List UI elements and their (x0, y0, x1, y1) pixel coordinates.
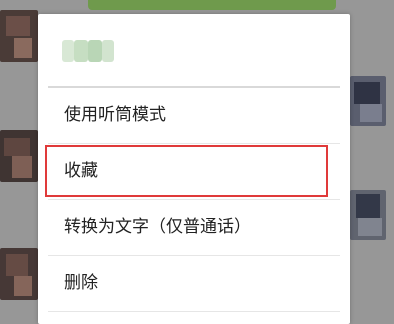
menu-item-earpiece-mode[interactable]: 使用听筒模式 (48, 88, 340, 144)
contact-avatar-left-3[interactable] (0, 248, 38, 300)
menu-header (38, 14, 350, 86)
contact-avatar-left-2[interactable] (0, 130, 38, 182)
highlight-annotation-box (45, 145, 328, 197)
menu-item-label: 转换为文字（仅普通话） (64, 217, 251, 237)
menu-item-label: 删除 (64, 273, 98, 293)
menu-item-label: 使用听筒模式 (64, 105, 166, 125)
menu-item-delete[interactable]: 删除 (48, 256, 340, 312)
sender-name-blurred (62, 40, 114, 62)
contact-avatar-left-1[interactable] (0, 10, 38, 62)
menu-item-convert-to-text[interactable]: 转换为文字（仅普通话） (48, 200, 340, 256)
my-avatar-right-1[interactable] (350, 76, 386, 126)
my-avatar-right-2[interactable] (350, 190, 386, 240)
voice-message-bubble (88, 0, 336, 10)
